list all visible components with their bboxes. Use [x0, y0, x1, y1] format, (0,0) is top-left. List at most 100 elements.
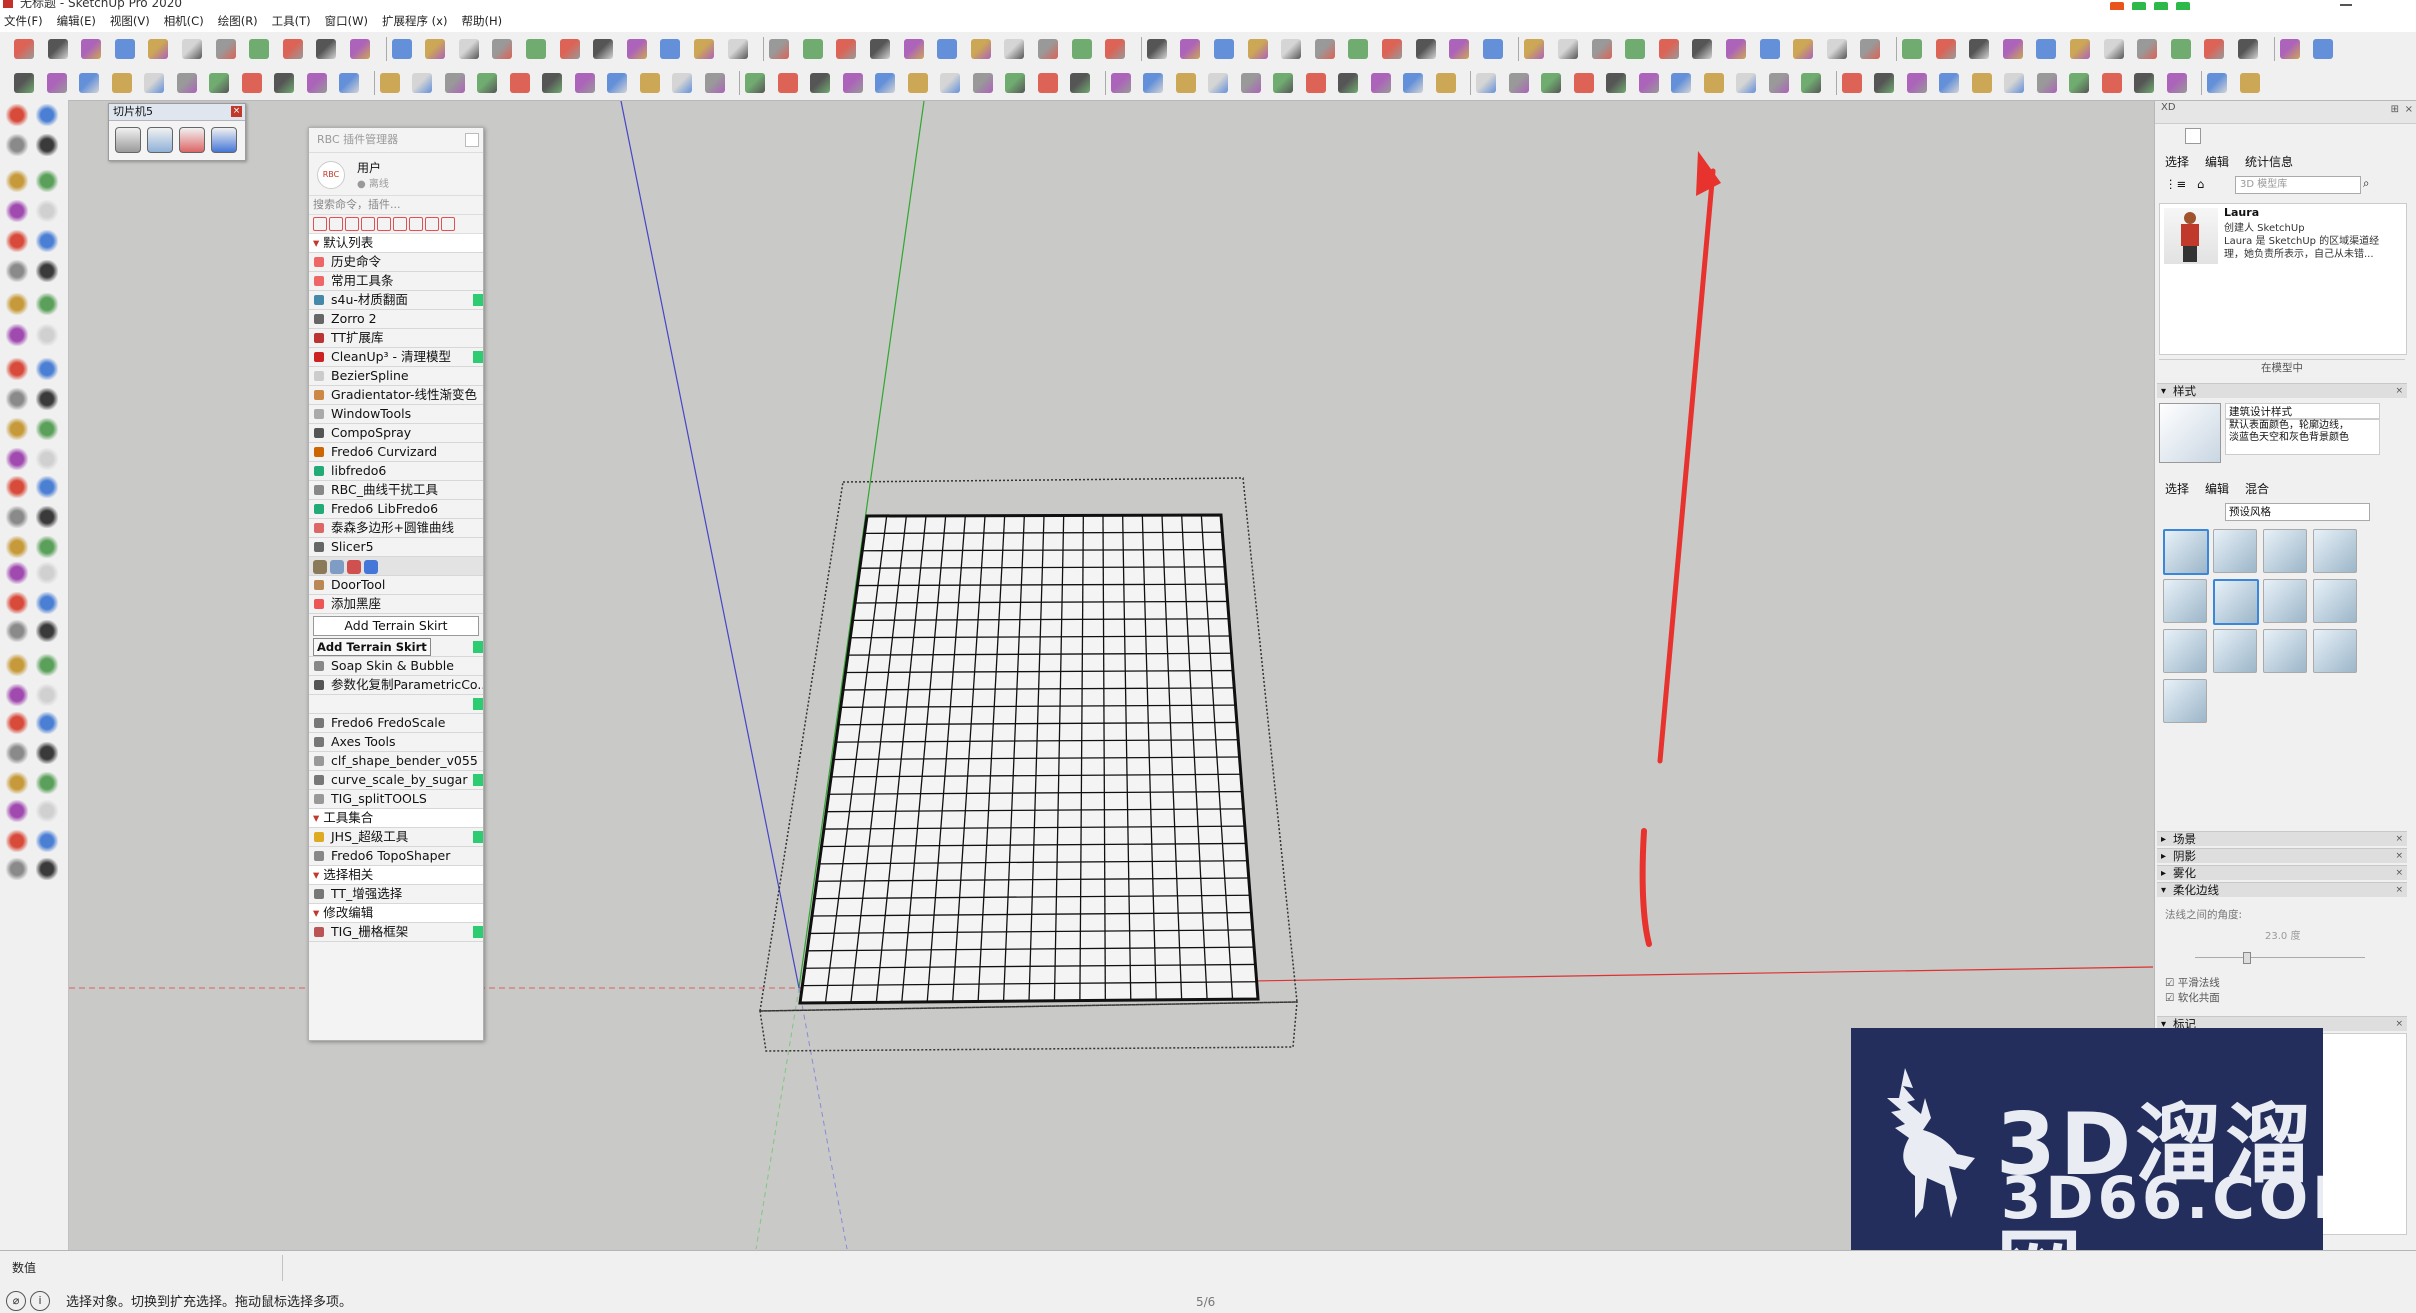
left-tool-icon[interactable] — [6, 830, 28, 852]
menu-help[interactable]: 帮助(H) — [461, 13, 502, 29]
left-tool-icon[interactable] — [36, 506, 58, 528]
toolbar-tool-icon[interactable] — [1070, 73, 1090, 93]
toolbar-tool-icon[interactable] — [777, 73, 798, 93]
left-tool-icon[interactable] — [36, 476, 58, 498]
refresh-icon[interactable] — [345, 217, 359, 231]
toolbar-tool-icon[interactable] — [2238, 39, 2258, 59]
style-preset-thumbnail[interactable] — [2163, 579, 2207, 623]
toolbar-tool-icon[interactable] — [903, 39, 924, 59]
toolbar-tool-icon[interactable] — [1524, 39, 1545, 59]
style-preset-thumbnail[interactable] — [2313, 529, 2357, 573]
toolbar-tool-icon[interactable] — [810, 73, 830, 93]
toolbar-tool-icon[interactable] — [1038, 39, 1058, 59]
scenes-section-header[interactable]: 场景 × — [2157, 831, 2407, 847]
toolbar-tool-icon[interactable] — [148, 39, 169, 59]
toolbar-tool-icon[interactable] — [2103, 39, 2124, 59]
style-thumbnail[interactable] — [2159, 403, 2221, 463]
toolbar-tool-icon[interactable] — [1314, 39, 1335, 59]
rbc-category[interactable]: ▾ 工具集合 — [309, 809, 483, 828]
toolbar-tool-icon[interactable] — [1348, 39, 1369, 59]
toolbar-tool-icon[interactable] — [391, 39, 412, 59]
toolbar-tool-icon[interactable] — [970, 39, 991, 59]
style-preset-thumbnail[interactable] — [2163, 629, 2207, 673]
toolbar-tool-icon[interactable] — [209, 73, 229, 93]
toolbar-tool-icon[interactable] — [542, 73, 562, 93]
slicer-toolbar-header[interactable]: 切片机5 × — [109, 104, 245, 121]
toolbar-tool-icon[interactable] — [1175, 73, 1196, 93]
toolbar-tool-icon[interactable] — [1638, 73, 1659, 93]
toolbar-tool-icon[interactable] — [114, 39, 135, 59]
left-tool-icon[interactable] — [6, 562, 28, 584]
left-tool-icon[interactable] — [36, 742, 58, 764]
toolbar-tool-icon[interactable] — [316, 39, 337, 59]
expand-arrow-icon[interactable] — [473, 774, 483, 786]
toolbar-tool-icon[interactable] — [2204, 39, 2225, 59]
left-tool-icon[interactable] — [6, 476, 28, 498]
toolbar-tool-icon[interactable] — [1105, 39, 1126, 59]
toolbar-tool-icon[interactable] — [1435, 73, 1456, 93]
left-tool-icon[interactable] — [6, 772, 28, 794]
smooth-normals-checkbox[interactable]: ☑ 平滑法线 — [2165, 975, 2220, 990]
left-tool-icon[interactable] — [36, 654, 58, 676]
rbc-plugin-item[interactable]: Slicer5 — [309, 538, 483, 557]
left-tool-icon[interactable] — [6, 293, 28, 315]
toolbar-tool-icon[interactable] — [1449, 39, 1470, 59]
left-tool-icon[interactable] — [6, 592, 28, 614]
toolbar-tool-icon[interactable] — [2004, 73, 2024, 93]
left-tool-icon[interactable] — [36, 684, 58, 706]
toolbar-tool-icon[interactable] — [802, 39, 823, 59]
toolbar-tool-icon[interactable] — [215, 39, 236, 59]
rbc-plugin-item[interactable]: Fredo6 LibFredo6 — [309, 500, 483, 519]
toolbar-tool-icon[interactable] — [1971, 73, 1992, 93]
left-tool-icon[interactable] — [36, 418, 58, 440]
style-description[interactable]: 默认表面颜色，轮廓边线， 淡蓝色天空和灰色背景颜色 — [2225, 419, 2380, 455]
laura-avatar[interactable] — [2164, 208, 2218, 264]
left-tool-icon[interactable] — [6, 712, 28, 734]
toolbar-tool-icon[interactable] — [1759, 39, 1780, 59]
toolbar-tool-icon[interactable] — [14, 73, 34, 93]
toolbar-tool-icon[interactable] — [1558, 39, 1578, 59]
toolbar-tool-icon[interactable] — [1273, 73, 1293, 93]
toolbar-tool-icon[interactable] — [593, 39, 614, 59]
rbc-search-input[interactable]: 搜索命令，插件... — [309, 196, 483, 215]
toolbar-tool-icon[interactable] — [2279, 39, 2300, 59]
close-icon[interactable]: × — [2395, 832, 2403, 847]
toolbar-tool-icon[interactable] — [727, 39, 748, 59]
left-tool-icon[interactable] — [6, 134, 28, 156]
menu-extensions[interactable]: 扩展程序 (x) — [382, 13, 447, 29]
left-tool-icon[interactable] — [36, 358, 58, 380]
toolbar-tool-icon[interactable] — [1906, 73, 1927, 93]
close-icon[interactable]: × — [2395, 849, 2403, 864]
toolbar-tool-icon[interactable] — [176, 73, 197, 93]
toolbar-tool-icon[interactable] — [1541, 73, 1561, 93]
tray-app-icon[interactable] — [2176, 2, 2191, 10]
add-terrain-skirt-button[interactable]: Add Terrain Skirt — [313, 616, 479, 636]
toolbar-tool-icon[interactable] — [1370, 73, 1391, 93]
shadows-section-header[interactable]: 阴影 × — [2157, 848, 2407, 864]
toolbar-tool-icon[interactable] — [836, 39, 857, 59]
left-tool-icon[interactable] — [36, 388, 58, 410]
left-tool-icon[interactable] — [6, 448, 28, 470]
left-tool-icon[interactable] — [6, 388, 28, 410]
toolbar-tool-icon[interactable] — [350, 39, 370, 59]
toolbar-tool-icon[interactable] — [1110, 73, 1131, 93]
toolbar-tool-icon[interactable] — [306, 73, 327, 93]
style-preset-thumbnail[interactable] — [2213, 529, 2257, 573]
toolbar-tool-icon[interactable] — [940, 73, 960, 93]
rbc-plugin-item[interactable]: 历史命令 — [309, 253, 483, 272]
toolbar-tool-icon[interactable] — [972, 73, 993, 93]
toolbar-tool-icon[interactable] — [1382, 39, 1402, 59]
toolbar-tool-icon[interactable] — [46, 73, 67, 93]
input-method-icon[interactable] — [2110, 2, 2124, 10]
toolbar-tool-icon[interactable] — [1671, 73, 1691, 93]
toolbar-tool-icon[interactable] — [1214, 39, 1234, 59]
toolbar-tool-icon[interactable] — [1793, 39, 1814, 59]
in-model-bar[interactable]: 在模型中 — [2159, 359, 2405, 376]
rbc-pin-button[interactable] — [465, 133, 479, 147]
info-icon[interactable]: i — [30, 1291, 50, 1311]
menu-view[interactable]: 视图(V) — [110, 13, 150, 29]
toolbar-tool-icon[interactable] — [937, 39, 958, 59]
toolbar-tool-icon[interactable] — [81, 39, 102, 59]
toolbar-tool-icon[interactable] — [1939, 73, 1959, 93]
style-preset-thumbnail[interactable] — [2213, 629, 2257, 673]
